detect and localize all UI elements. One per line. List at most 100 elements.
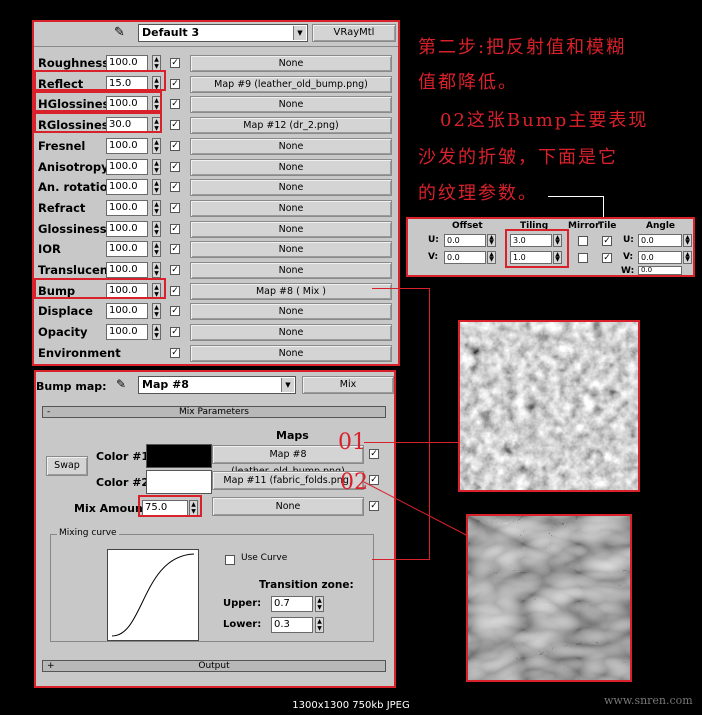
mixing-curve-graph	[107, 549, 199, 641]
u-tile-checkbox[interactable]: ✓	[602, 236, 612, 246]
mixing-curve-label: Mixing curve	[57, 528, 119, 538]
map-row-amount-input[interactable]: 100.0	[106, 158, 148, 175]
map-row-map-button[interactable]: None	[190, 55, 392, 72]
output-label: Output	[198, 661, 230, 671]
map-row-map-button[interactable]: None	[190, 199, 392, 217]
map-row-spinner[interactable]: ▲ ▼	[152, 179, 161, 196]
v-mirror-checkbox[interactable]	[578, 253, 588, 263]
swap-button[interactable]: Swap	[46, 456, 88, 476]
map-row-amount-input[interactable]: 100.0	[106, 137, 148, 154]
map-row-map-button[interactable]: None	[190, 220, 392, 238]
use-curve-checkbox[interactable]	[225, 555, 235, 565]
map-row-spinner[interactable]: ▲ ▼	[152, 324, 161, 341]
material-type-button[interactable]: VRayMtl	[312, 24, 396, 42]
output-rollout[interactable]: + Output	[42, 660, 386, 672]
map-row-enable-checkbox[interactable]: ✓	[170, 78, 180, 89]
chevron-down-icon: ▼	[281, 378, 294, 392]
map-row-map-button[interactable]: None	[190, 179, 392, 197]
tile-header: Tile	[598, 221, 617, 231]
output-toggle: +	[47, 661, 55, 671]
color2-swatch[interactable]	[146, 470, 212, 494]
map-row-enable-checkbox[interactable]: ✓	[170, 202, 180, 213]
upper-input[interactable]: 0.7	[271, 596, 313, 612]
map-row-enable-checkbox[interactable]: ✓	[170, 99, 180, 110]
map-row-enable-checkbox[interactable]: ✓	[170, 120, 180, 131]
map-row-map-button[interactable]: None	[190, 241, 392, 259]
w-angle-input[interactable]: 0.0	[638, 266, 682, 275]
map-row-spinner[interactable]: ▲ ▼	[152, 55, 161, 71]
map-row-spinner[interactable]: ▲ ▼	[152, 241, 161, 258]
annotation-line-5: 的纹理参数。	[418, 183, 538, 204]
map-row-amount-input[interactable]: 100.0	[106, 179, 148, 196]
u-offset-input[interactable]: 0.0	[444, 234, 486, 247]
map-row-enable-checkbox[interactable]: ✓	[170, 285, 180, 296]
map-row-map-button[interactable]: None	[190, 262, 392, 279]
material-name-dropdown[interactable]: Default 3 ▼	[138, 24, 308, 42]
map-row-spinner[interactable]: ▲ ▼	[152, 220, 161, 237]
map-row-spinner[interactable]: ▲ ▼	[152, 262, 161, 278]
map-row-enable-checkbox[interactable]: ✓	[170, 58, 180, 68]
lower-input[interactable]: 0.3	[271, 617, 313, 633]
map-row-map-button[interactable]: Map #12 (dr_2.png)	[190, 117, 392, 135]
map-type-button[interactable]: Mix	[302, 376, 394, 394]
v-offset-input[interactable]: 0.0	[444, 251, 486, 264]
map-name-dropdown[interactable]: Map #8 ▼	[138, 376, 296, 394]
v-tile-checkbox[interactable]: ✓	[602, 253, 612, 263]
map-row-amount-input[interactable]: 100.0	[106, 220, 148, 237]
map-row-enable-checkbox[interactable]: ✓	[170, 182, 180, 193]
map-row-spinner[interactable]: ▲ ▼	[152, 199, 161, 216]
map-row-map-button[interactable]: Map #9 (leather_old_bump.png)	[190, 75, 392, 93]
map-row-spinner[interactable]: ▲ ▼	[152, 303, 161, 320]
map-row-enable-checkbox[interactable]: ✓	[170, 327, 180, 338]
watermark: www.snren.com	[604, 694, 693, 707]
u-angle-spinner[interactable]: ▲ ▼	[683, 234, 692, 247]
highlight-hglossiness	[34, 91, 162, 112]
map-row-map-button[interactable]: None	[190, 158, 392, 176]
annotation-leader-line	[548, 196, 604, 197]
material-name: Default 3	[142, 26, 200, 39]
map-row-map-button[interactable]: None	[190, 137, 392, 155]
map-row-label: An. rotation	[38, 180, 116, 195]
map-row-enable-checkbox[interactable]: ✓	[170, 265, 180, 275]
map-row-map-button[interactable]: None	[190, 344, 392, 362]
map-row-enable-checkbox[interactable]: ✓	[170, 306, 180, 317]
map-row-map-button[interactable]: Map #8 ( Mix )	[190, 282, 392, 300]
bump-map-slot-label: Bump map:	[36, 380, 107, 393]
map-row-spinner[interactable]: ▲ ▼	[152, 137, 161, 154]
mix-parameters-rollout[interactable]: - Mix Parameters	[42, 406, 386, 418]
eyedropper-icon[interactable]: ✎	[114, 25, 125, 40]
color1-swatch[interactable]	[146, 444, 212, 468]
map-row-amount-input[interactable]: 100.0	[106, 303, 148, 320]
map-row-amount-input[interactable]: 100.0	[106, 324, 148, 341]
map-row-enable-checkbox[interactable]: ✓	[170, 140, 180, 151]
u-angle-input[interactable]: 0.0	[638, 234, 682, 247]
mix-amount-map-button[interactable]: None	[212, 497, 364, 516]
v-offset-spinner[interactable]: ▲ ▼	[487, 251, 496, 264]
upper-spinner[interactable]: ▲ ▼	[315, 596, 324, 612]
map-row-enable-checkbox[interactable]: ✓	[170, 244, 180, 255]
eyedropper-icon[interactable]: ✎	[116, 377, 126, 391]
rollout-toggle: -	[47, 407, 51, 417]
u-mirror-checkbox[interactable]	[578, 236, 588, 246]
u-offset-spinner[interactable]: ▲ ▼	[487, 234, 496, 247]
transition-zone-label: Transition zone:	[259, 579, 354, 591]
v-angle-input[interactable]: 0.0	[638, 251, 682, 264]
highlight-tiling	[505, 229, 569, 268]
map-row-enable-checkbox[interactable]: ✓	[170, 347, 180, 358]
map-row-amount-input[interactable]: 100.0	[106, 199, 148, 216]
fabric-folds-texture-thumbnail	[466, 514, 632, 682]
map-row-enable-checkbox[interactable]: ✓	[170, 223, 180, 234]
map-row-map-button[interactable]: None	[190, 96, 392, 114]
map-row-spinner[interactable]: ▲ ▼	[152, 158, 161, 175]
map-row-map-button[interactable]: None	[190, 324, 392, 342]
map-row-amount-input[interactable]: 100.0	[106, 262, 148, 278]
map-row-amount-input[interactable]: 100.0	[106, 55, 148, 71]
map-row-map-button[interactable]: None	[190, 303, 392, 321]
color1-map-checkbox[interactable]: ✓	[369, 449, 379, 459]
map-row-amount-input[interactable]: 100.0	[106, 241, 148, 258]
lower-spinner[interactable]: ▲ ▼	[315, 617, 324, 633]
v-angle-spinner[interactable]: ▲ ▼	[683, 251, 692, 264]
connector-bump-bottom	[372, 559, 430, 560]
map-row-label: Refract	[38, 200, 86, 215]
map-row-enable-checkbox[interactable]: ✓	[170, 161, 180, 172]
